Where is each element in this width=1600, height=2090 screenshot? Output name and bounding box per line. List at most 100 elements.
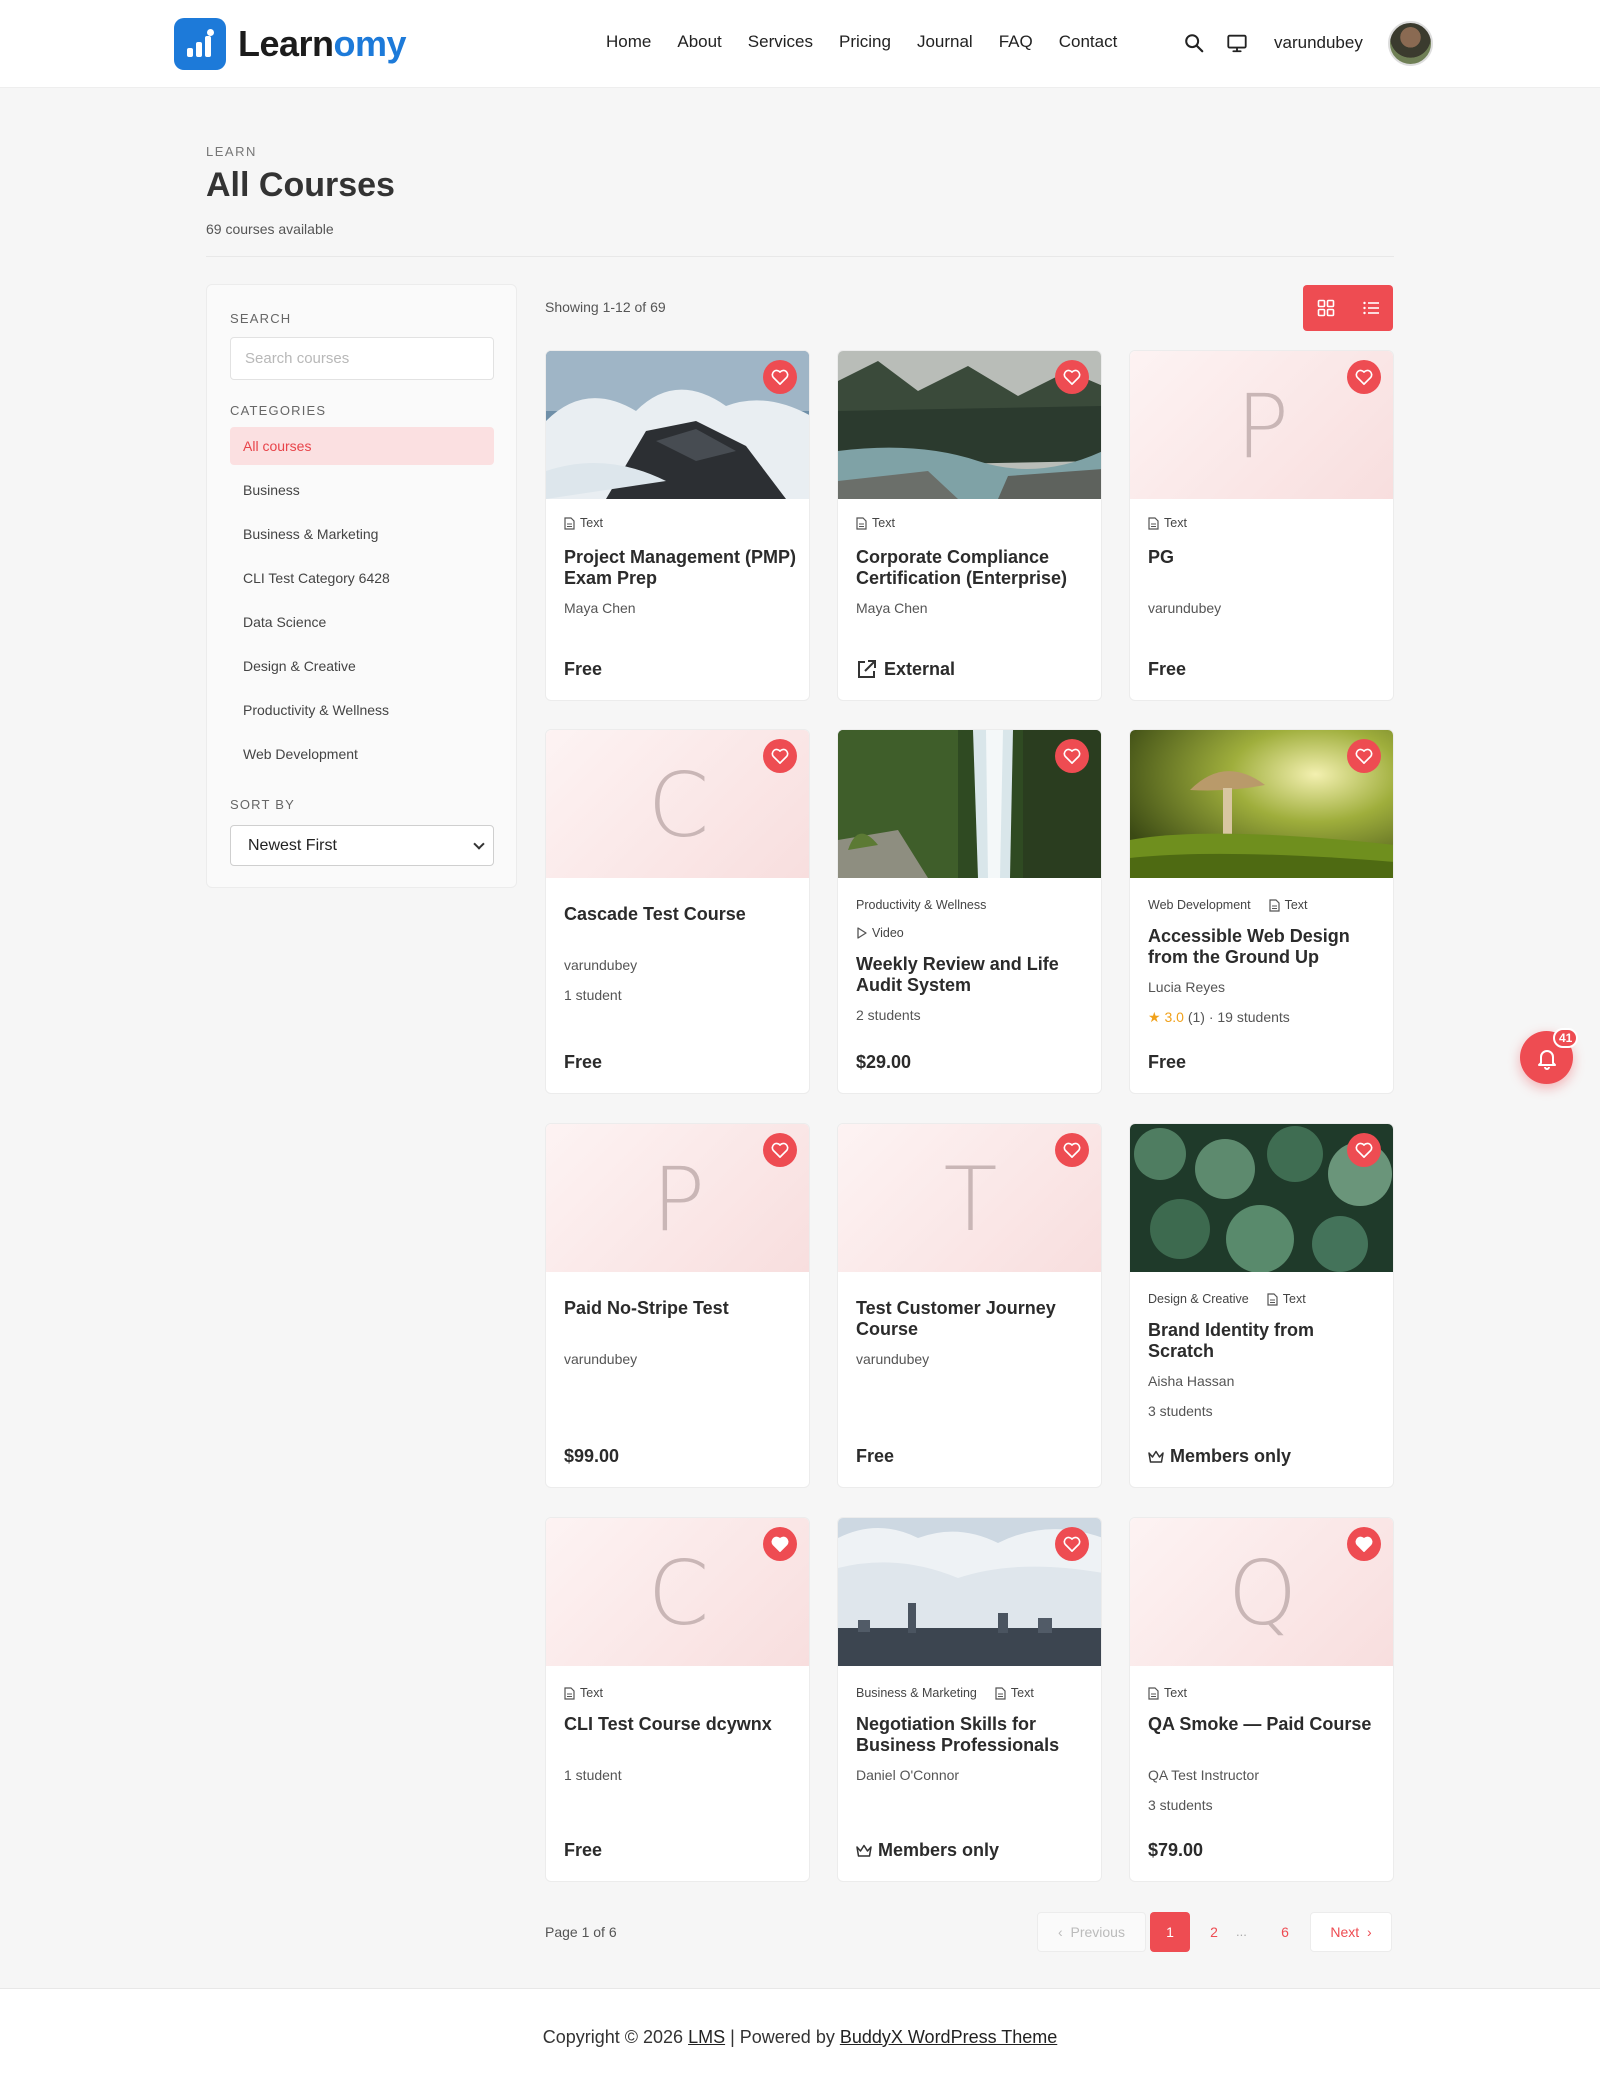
- user-name[interactable]: varundubey: [1274, 33, 1363, 53]
- course-card[interactable]: Text Project Management (PMP) Exam Prep …: [545, 350, 810, 701]
- course-title[interactable]: Negotiation Skills for Business Professi…: [856, 1714, 1091, 1756]
- course-title[interactable]: Brand Identity from Scratch: [1148, 1320, 1383, 1362]
- wishlist-button[interactable]: [1055, 360, 1089, 394]
- wishlist-button[interactable]: [1055, 1133, 1089, 1167]
- category-business[interactable]: Business: [230, 471, 494, 515]
- course-card[interactable]: Design & Creative Text Brand Identity fr…: [1129, 1123, 1394, 1488]
- nav-faq[interactable]: FAQ: [999, 32, 1033, 52]
- site-logo[interactable]: Learnomy: [174, 18, 407, 70]
- category-data-science[interactable]: Data Science: [230, 603, 494, 647]
- next-page-button[interactable]: Next ›: [1310, 1912, 1392, 1952]
- page-button-2[interactable]: 2: [1194, 1912, 1234, 1952]
- divider: [206, 256, 1394, 257]
- course-thumbnail[interactable]: Q: [1130, 1518, 1393, 1666]
- sort-select[interactable]: Newest First: [230, 825, 494, 866]
- wishlist-button[interactable]: [1347, 1133, 1381, 1167]
- course-card[interactable]: P Text PG varundubey Free: [1129, 350, 1394, 701]
- course-meta: Business & Marketing Text: [856, 1686, 1034, 1700]
- course-category[interactable]: Productivity & Wellness: [856, 898, 986, 912]
- copyright: Copyright © 2026 LMS | Powered by BuddyX…: [542, 2027, 1058, 2047]
- course-title[interactable]: Cascade Test Course: [564, 904, 799, 925]
- course-thumbnail[interactable]: P: [546, 1124, 809, 1272]
- nav-journal[interactable]: Journal: [917, 32, 973, 52]
- wishlist-button-active[interactable]: [763, 1527, 797, 1561]
- course-thumbnail[interactable]: [838, 730, 1101, 878]
- course-card[interactable]: T Test Customer Journey Course varundube…: [837, 1123, 1102, 1488]
- course-card[interactable]: P Paid No-Stripe Test varundubey $99.00: [545, 1123, 810, 1488]
- wishlist-button[interactable]: [763, 360, 797, 394]
- course-thumbnail[interactable]: [1130, 730, 1393, 878]
- course-thumbnail[interactable]: [546, 351, 809, 499]
- course-instructor: varundubey: [856, 1351, 930, 1367]
- wishlist-button-active[interactable]: [1347, 1527, 1381, 1561]
- grid-view-button[interactable]: [1303, 285, 1348, 331]
- category-business-marketing[interactable]: Business & Marketing: [230, 515, 494, 559]
- course-students: 1 student: [564, 987, 622, 1003]
- monitor-icon[interactable]: [1226, 32, 1248, 54]
- course-price: Free: [1148, 1052, 1187, 1072]
- wishlist-button[interactable]: [1055, 1527, 1089, 1561]
- categories-label: CATEGORIES: [230, 403, 327, 418]
- course-title[interactable]: Weekly Review and Life Audit System: [856, 954, 1091, 996]
- course-thumbnail[interactable]: [1130, 1124, 1393, 1272]
- category-web-development[interactable]: Web Development: [230, 735, 494, 779]
- list-icon: [1362, 301, 1379, 315]
- category-design-creative[interactable]: Design & Creative: [230, 647, 494, 691]
- previous-page-button[interactable]: ‹ Previous: [1037, 1912, 1146, 1952]
- course-title[interactable]: Corporate Compliance Certification (Ente…: [856, 547, 1091, 589]
- search-icon[interactable]: [1183, 32, 1205, 54]
- wishlist-button[interactable]: [763, 739, 797, 773]
- nav-contact[interactable]: Contact: [1059, 32, 1118, 52]
- course-title[interactable]: QA Smoke — Paid Course: [1148, 1714, 1383, 1735]
- course-type: Text: [1148, 1686, 1187, 1700]
- search-input[interactable]: [230, 337, 494, 380]
- list-view-button[interactable]: [1348, 285, 1393, 331]
- footer-site-link[interactable]: LMS: [688, 2027, 725, 2047]
- course-title[interactable]: CLI Test Course dcywnx: [564, 1714, 799, 1735]
- course-card[interactable]: Q Text QA Smoke — Paid Course QA Test In…: [1129, 1517, 1394, 1882]
- course-type: Text: [1267, 1292, 1306, 1306]
- course-type: Video: [856, 926, 904, 940]
- course-thumbnail[interactable]: T: [838, 1124, 1101, 1272]
- chevron-down-icon: [473, 838, 485, 850]
- course-thumbnail[interactable]: C: [546, 730, 809, 878]
- course-type: Text: [1269, 898, 1308, 912]
- user-avatar[interactable]: [1388, 21, 1433, 66]
- course-thumbnail[interactable]: C: [546, 1518, 809, 1666]
- course-title[interactable]: Project Management (PMP) Exam Prep: [564, 547, 799, 589]
- course-students: 1 student: [564, 1767, 622, 1783]
- course-title[interactable]: PG: [1148, 547, 1383, 568]
- nav-services[interactable]: Services: [748, 32, 813, 52]
- course-price: Free: [856, 1446, 895, 1466]
- course-instructor: Maya Chen: [856, 600, 928, 616]
- course-meta: Web Development Text: [1148, 898, 1308, 912]
- course-thumbnail[interactable]: [838, 1518, 1101, 1666]
- nav-pricing[interactable]: Pricing: [839, 32, 891, 52]
- course-card[interactable]: C Text CLI Test Course dcywnx 1 student …: [545, 1517, 810, 1882]
- page-button-1[interactable]: 1: [1150, 1912, 1190, 1952]
- course-title[interactable]: Accessible Web Design from the Ground Up: [1148, 926, 1383, 968]
- wishlist-button[interactable]: [1347, 360, 1381, 394]
- course-title[interactable]: Test Customer Journey Course: [856, 1298, 1091, 1340]
- nav-home[interactable]: Home: [606, 32, 651, 52]
- wishlist-button[interactable]: [1055, 739, 1089, 773]
- course-thumbnail[interactable]: [838, 351, 1101, 499]
- course-title[interactable]: Paid No-Stripe Test: [564, 1298, 799, 1319]
- course-card[interactable]: C Cascade Test Course varundubey 1 stude…: [545, 729, 810, 1094]
- category-cli-test[interactable]: CLI Test Category 6428: [230, 559, 494, 603]
- footer-theme-link[interactable]: BuddyX WordPress Theme: [840, 2027, 1057, 2047]
- course-category[interactable]: Design & Creative: [1148, 1292, 1249, 1306]
- course-card[interactable]: Web Development Text Accessible Web Desi…: [1129, 729, 1394, 1094]
- wishlist-button[interactable]: [763, 1133, 797, 1167]
- category-productivity-wellness[interactable]: Productivity & Wellness: [230, 691, 494, 735]
- course-thumbnail[interactable]: P: [1130, 351, 1393, 499]
- course-category[interactable]: Business & Marketing: [856, 1686, 977, 1700]
- page-button-6[interactable]: 6: [1265, 1912, 1305, 1952]
- course-card[interactable]: Productivity & Wellness Video Weekly Rev…: [837, 729, 1102, 1094]
- course-category[interactable]: Web Development: [1148, 898, 1251, 912]
- wishlist-button[interactable]: [1347, 739, 1381, 773]
- nav-about[interactable]: About: [677, 32, 721, 52]
- course-card[interactable]: Text Corporate Compliance Certification …: [837, 350, 1102, 701]
- course-card[interactable]: Business & Marketing Text Negotiation Sk…: [837, 1517, 1102, 1882]
- category-all-courses[interactable]: All courses: [230, 427, 494, 465]
